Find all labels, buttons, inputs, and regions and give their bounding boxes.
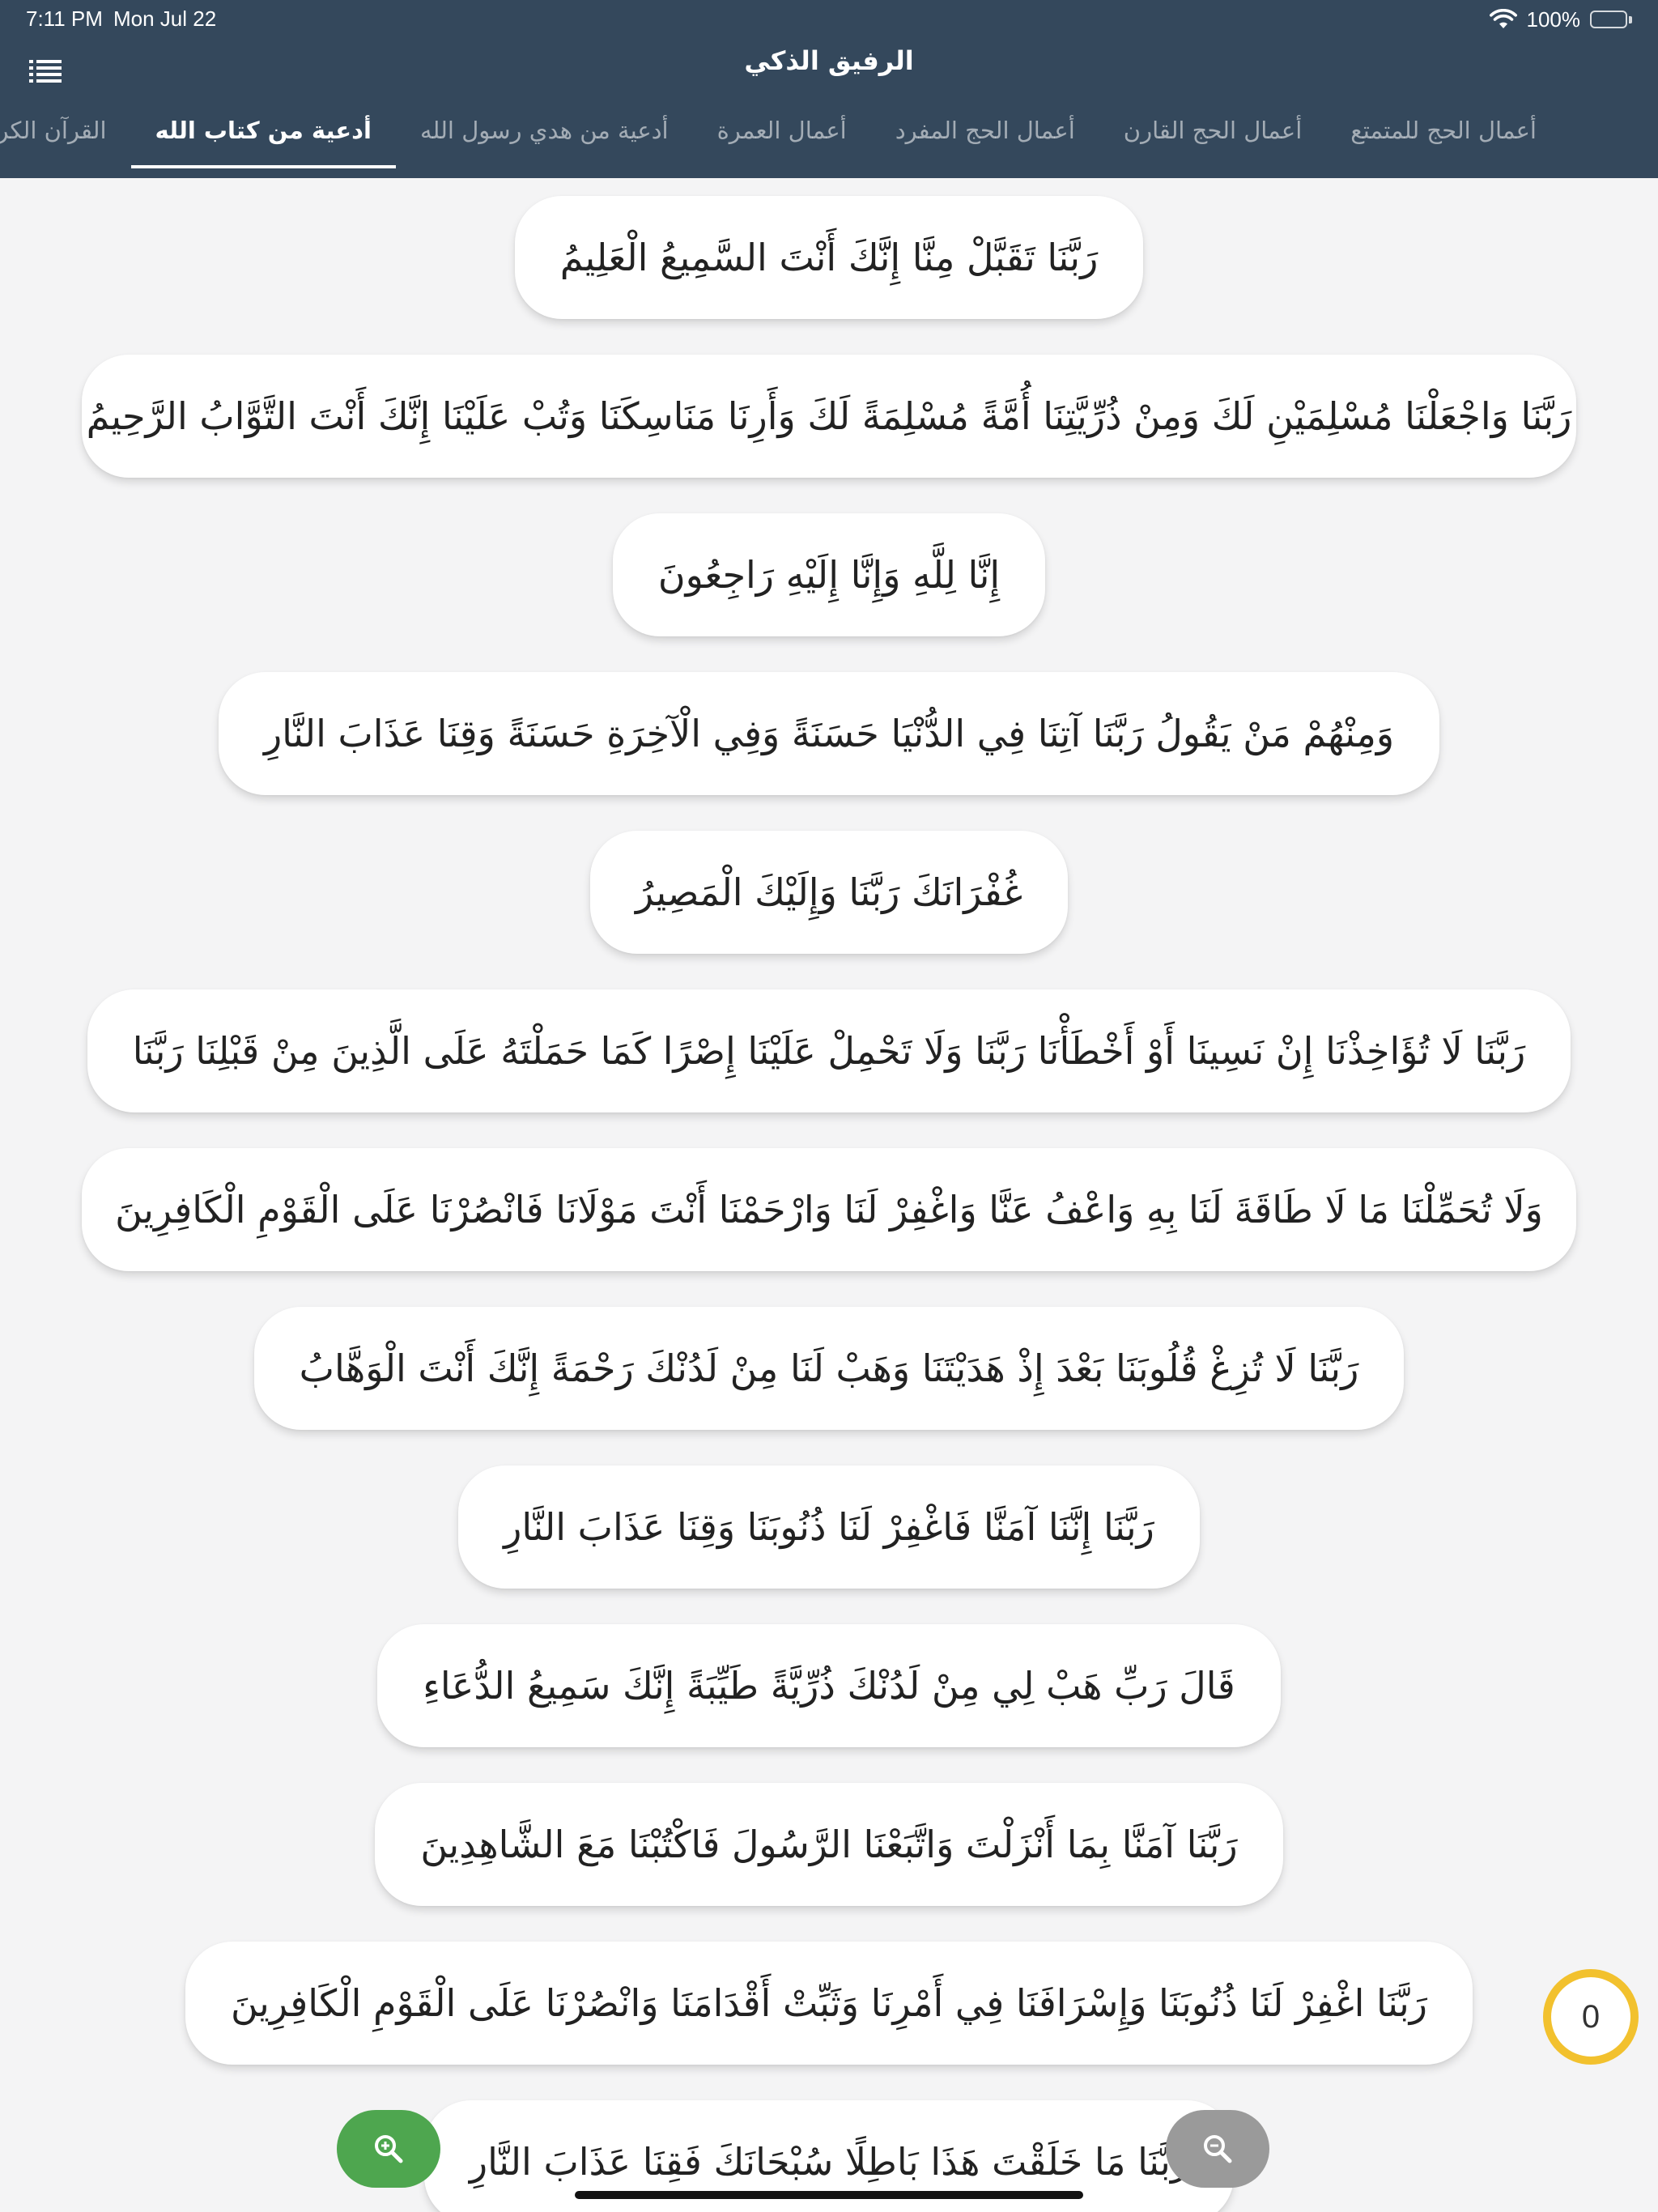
dua-card[interactable]: رَبَّنَا وَاجْعَلْنَا مُسْلِمَيْنِ لَكَ … (82, 355, 1576, 478)
app-root: 7:11 PM Mon Jul 22 100% الرفيق الذكي أعم… (0, 0, 1658, 2212)
tab-6[interactable]: القرآن الكريم (0, 105, 131, 167)
status-indicators: 100% (1489, 5, 1632, 34)
battery-icon (1590, 11, 1632, 28)
home-indicator (575, 2191, 1083, 2199)
tab-2[interactable]: أعمال الحج المفرد (871, 105, 1099, 167)
status-date: Mon Jul 22 (113, 6, 217, 31)
wifi-icon (1489, 9, 1517, 30)
battery-percentage: 100% (1526, 6, 1581, 32)
dua-card[interactable]: وَلَا تُحَمِّلْنَا مَا لَا طَاقَةَ لَنَا… (82, 1148, 1576, 1271)
dua-card[interactable]: رَبَّنَا آمَنَّا بِمَا أَنْزَلْتَ وَاتَّ… (375, 1783, 1283, 1906)
dua-text: إِنَّا لِلَّهِ وَإِنَّا إِلَيْهِ رَاجِعُ… (657, 553, 1001, 597)
tab-0[interactable]: أعمال الحج للمتمتع (1326, 105, 1561, 167)
dua-list: رَبَّنَا تَقَبَّلْ مِنَّا إِنَّكَ أَنْتَ… (0, 178, 1658, 2212)
app-header: 7:11 PM Mon Jul 22 100% الرفيق الذكي أعم… (0, 0, 1658, 178)
dua-card[interactable]: وَمِنْهُمْ مَنْ يَقُولُ رَبَّنَا آتِنَا … (218, 672, 1440, 795)
app-title: الرفيق الذكي (744, 45, 914, 76)
dua-card[interactable]: رَبَّنَا اغْفِرْ لَنَا ذُنُوبَنَا وَإِسْ… (185, 1942, 1473, 2065)
status-bar: 7:11 PM Mon Jul 22 100% (0, 0, 1658, 39)
zoom-out-button[interactable] (1166, 2110, 1269, 2188)
content-area[interactable]: رَبَّنَا تَقَبَّلْ مِنَّا إِنَّكَ أَنْتَ… (0, 178, 1658, 2212)
dua-card[interactable]: رَبَّنَا لَا تُؤَاخِذْنَا إِنْ نَسِينَا … (87, 989, 1571, 1112)
tab-3[interactable]: أعمال العمرة (693, 105, 871, 167)
dua-text: رَبَّنَا اغْفِرْ لَنَا ذُنُوبَنَا وَإِسْ… (231, 1981, 1427, 2025)
dua-card[interactable]: رَبَّنَا إِنَّنَا آمَنَّا فَاغْفِرْ لَنَ… (458, 1465, 1200, 1589)
tab-1[interactable]: أعمال الحج القارن (1099, 105, 1327, 167)
dua-text: رَبَّنَا إِنَّنَا آمَنَّا فَاغْفِرْ لَنَ… (504, 1505, 1154, 1549)
counter-button[interactable]: 0 (1543, 1969, 1639, 2065)
dua-text: غُفْرَانَكَ رَبَّنَا وَإِلَيْكَ الْمَصِي… (635, 870, 1023, 914)
zoom-in-icon (375, 2135, 403, 2163)
dua-text: وَلَا تُحَمِّلْنَا مَا لَا طَاقَةَ لَنَا… (115, 1188, 1543, 1231)
dua-text: رَبَّنَا لَا تُزِغْ قُلُوبَنَا بَعْدَ إِ… (299, 1346, 1359, 1390)
tab-5[interactable]: أدعية من كتاب الله (130, 105, 397, 168)
tab-bar: أعمال الحج للمتمتع أعمال الحج القارن أعمال… (0, 105, 1561, 178)
dua-text: رَبَّنَا لَا تُؤَاخِذْنَا إِنْ نَسِينَا … (132, 1029, 1526, 1073)
dua-text: رَبَّنَا آمَنَّا بِمَا أَنْزَلْتَ وَاتَّ… (420, 1823, 1238, 1866)
dua-card[interactable]: إِنَّا لِلَّهِ وَإِنَّا إِلَيْهِ رَاجِعُ… (612, 513, 1046, 636)
dua-card[interactable]: غُفْرَانَكَ رَبَّنَا وَإِلَيْكَ الْمَصِي… (589, 831, 1069, 954)
tab-4[interactable]: أدعية من هدي رسول الله (396, 105, 693, 167)
zoom-out-icon (1204, 2135, 1232, 2163)
dua-text: قَالَ رَبِّ هَبْ لِي مِنْ لَدُنْكَ ذُرِّ… (423, 1664, 1235, 1708)
dua-text: رَبَّنَا تَقَبَّلْ مِنَّا إِنَّكَ أَنْتَ… (559, 236, 1099, 279)
dua-card[interactable]: رَبَّنَا لَا تُزِغْ قُلُوبَنَا بَعْدَ إِ… (253, 1307, 1405, 1430)
dua-text: وَمِنْهُمْ مَنْ يَقُولُ رَبَّنَا آتِنَا … (263, 712, 1395, 755)
zoom-in-button[interactable] (337, 2110, 440, 2188)
counter-value: 0 (1581, 1998, 1601, 2035)
dua-card[interactable]: قَالَ رَبِّ هَبْ لِي مِنْ لَدُنْكَ ذُرِّ… (377, 1624, 1281, 1747)
dua-text: رَبَّنَا وَاجْعَلْنَا مُسْلِمَيْنِ لَكَ … (86, 394, 1572, 438)
dua-card[interactable]: رَبَّنَا تَقَبَّلْ مِنَّا إِنَّكَ أَنْتَ… (514, 196, 1144, 319)
dua-text: رَبَّنَا مَا خَلَقْتَ هَذَا بَاطِلًا سُب… (469, 2140, 1189, 2184)
status-time: 7:11 PM (26, 6, 103, 31)
